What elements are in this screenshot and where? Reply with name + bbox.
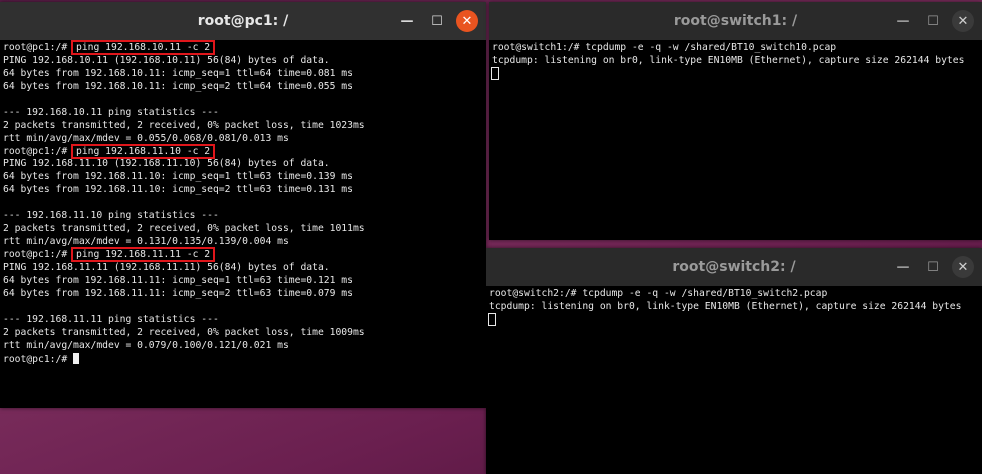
close-icon[interactable]: ✕: [456, 10, 478, 32]
terminal-line: root@pc1:/# ping 192.168.11.10 -c 2: [3, 143, 483, 159]
terminal-text: --- 192.168.11.11 ping statistics ---: [3, 313, 219, 325]
terminal-text: tcpdump: listening on br0, link-type EN1…: [489, 300, 962, 312]
terminal-line: 2 packets transmitted, 2 received, 0% pa…: [3, 223, 483, 236]
terminal-line: 64 bytes from 192.168.10.11: icmp_seq=2 …: [3, 81, 483, 94]
terminal-line: PING 192.168.11.11 (192.168.11.11) 56(84…: [3, 262, 483, 275]
terminal-line: --- 192.168.11.11 ping statistics ---: [3, 314, 483, 327]
terminal-line: root@pc1:/# ping 192.168.10.11 -c 2: [3, 40, 483, 55]
terminal-line: rtt min/avg/max/mdev = 0.131/0.135/0.139…: [3, 236, 483, 249]
maximize-icon[interactable]: ☐: [426, 10, 448, 32]
terminal-text: 64 bytes from 192.168.11.10: icmp_seq=2 …: [3, 184, 353, 196]
terminal-line: tcpdump: listening on br0, link-type EN1…: [489, 301, 979, 314]
maximize-icon[interactable]: ☐: [922, 10, 944, 32]
switch2-titlebar[interactable]: root@switch2: / — ☐ ✕: [486, 248, 982, 286]
terminal-line: [491, 66, 979, 81]
terminal-line: 64 bytes from 192.168.10.11: icmp_seq=1 …: [3, 68, 483, 81]
terminal-text: 2 packets transmitted, 2 received, 0% pa…: [3, 223, 365, 235]
highlighted-command: ping 192.168.11.11 -c 2: [70, 247, 216, 262]
terminal-text: tcpdump: listening on br0, link-type EN1…: [492, 54, 965, 66]
pc1-terminal-output[interactable]: root@pc1:/# ping 192.168.10.11 -c 2 PING …: [0, 40, 486, 367]
terminal-text: 64 bytes from 192.168.11.11: icmp_seq=1 …: [3, 274, 353, 286]
shell-prompt: root@pc1:/#: [3, 145, 73, 157]
terminal-text: --- 192.168.10.11 ping statistics ---: [3, 106, 219, 118]
terminal-text: PING 192.168.10.11 (192.168.10.11) 56(84…: [3, 54, 330, 66]
terminal-text: 64 bytes from 192.168.10.11: icmp_seq=1 …: [3, 67, 353, 79]
pc1-terminal-window[interactable]: root@pc1: / — ☐ ✕ root@pc1:/# ping 192.1…: [0, 2, 486, 408]
terminal-line: [488, 312, 979, 327]
terminal-line: root@switch2:/# tcpdump -e -q -w /shared…: [489, 288, 979, 301]
terminal-text: 2 packets transmitted, 2 received, 0% pa…: [3, 326, 365, 338]
terminal-line: PING 192.168.11.10 (192.168.11.10) 56(84…: [3, 158, 483, 171]
close-icon[interactable]: ✕: [952, 10, 974, 32]
switch1-terminal-window[interactable]: root@switch1: / — ☐ ✕ root@switch1:/# tc…: [489, 2, 982, 240]
maximize-icon[interactable]: ☐: [922, 256, 944, 278]
terminal-line: 64 bytes from 192.168.11.10: icmp_seq=1 …: [3, 171, 483, 184]
switch1-titlebar[interactable]: root@switch1: / — ☐ ✕: [489, 2, 982, 40]
terminal-text: rtt min/avg/max/mdev = 0.079/0.100/0.121…: [3, 339, 289, 351]
terminal-line: tcpdump: listening on br0, link-type EN1…: [492, 55, 979, 68]
terminal-line: 64 bytes from 192.168.11.11: icmp_seq=2 …: [3, 288, 483, 301]
terminal-text: 64 bytes from 192.168.10.11: icmp_seq=2 …: [3, 80, 353, 92]
minimize-icon[interactable]: —: [396, 10, 418, 32]
terminal-text: 64 bytes from 192.168.11.10: icmp_seq=1 …: [3, 171, 353, 183]
terminal-line: root@switch1:/# tcpdump -e -q -w /shared…: [492, 42, 979, 55]
terminal-text: root@switch2:/# tcpdump -e -q -w /shared…: [489, 288, 828, 299]
switch1-window-title: root@switch1: /: [673, 13, 798, 29]
terminal-line: 2 packets transmitted, 2 received, 0% pa…: [3, 327, 483, 340]
terminal-text: PING 192.168.11.11 (192.168.11.11) 56(84…: [3, 261, 330, 273]
shell-prompt: root@pc1:/#: [3, 249, 73, 260]
terminal-line: 64 bytes from 192.168.11.10: icmp_seq=2 …: [3, 184, 483, 197]
terminal-line: 64 bytes from 192.168.11.11: icmp_seq=1 …: [3, 275, 483, 288]
terminal-text: root@switch1:/# tcpdump -e -q -w /shared…: [492, 42, 837, 53]
switch2-terminal-output[interactable]: root@switch2:/# tcpdump -e -q -w /shared…: [486, 286, 982, 329]
close-icon[interactable]: ✕: [952, 256, 974, 278]
minimize-icon[interactable]: —: [892, 256, 914, 278]
terminal-line: root@pc1:/# ping 192.168.11.11 -c 2: [3, 247, 483, 262]
terminal-text: PING 192.168.11.10 (192.168.11.10) 56(84…: [3, 158, 330, 170]
switch2-terminal-window[interactable]: root@switch2: / — ☐ ✕ root@switch2:/# tc…: [486, 248, 982, 474]
terminal-text: root@pc1:/#: [3, 353, 73, 365]
terminal-text: --- 192.168.11.10 ping statistics ---: [3, 210, 219, 222]
terminal-line: rtt min/avg/max/mdev = 0.079/0.100/0.121…: [3, 340, 483, 353]
terminal-line: rtt min/avg/max/mdev = 0.055/0.068/0.081…: [3, 133, 483, 146]
terminal-line: PING 192.168.10.11 (192.168.10.11) 56(84…: [3, 55, 483, 68]
terminal-text: 64 bytes from 192.168.11.11: icmp_seq=2 …: [3, 287, 353, 299]
highlighted-command: ping 192.168.11.10 -c 2: [70, 143, 216, 159]
terminal-line: --- 192.168.11.10 ping statistics ---: [3, 210, 483, 223]
minimize-icon[interactable]: —: [892, 10, 914, 32]
terminal-line: root@pc1:/#: [3, 352, 483, 366]
pc1-window-title: root@pc1: /: [197, 13, 289, 29]
pc1-titlebar[interactable]: root@pc1: / — ☐ ✕: [0, 2, 486, 40]
text-cursor: [488, 312, 496, 326]
terminal-text: 2 packets transmitted, 2 received, 0% pa…: [3, 119, 365, 131]
terminal-line: --- 192.168.10.11 ping statistics ---: [3, 107, 483, 120]
shell-prompt: root@pc1:/#: [3, 42, 73, 53]
switch2-window-title: root@switch2: /: [672, 259, 796, 275]
terminal-line: 2 packets transmitted, 2 received, 0% pa…: [3, 120, 483, 133]
text-cursor: [73, 352, 79, 364]
terminal-text: rtt min/avg/max/mdev = 0.055/0.068/0.081…: [3, 132, 289, 144]
highlighted-command: ping 192.168.10.11 -c 2: [70, 40, 216, 55]
terminal-text: rtt min/avg/max/mdev = 0.131/0.135/0.139…: [3, 236, 289, 248]
text-cursor: [491, 66, 499, 80]
switch1-terminal-output[interactable]: root@switch1:/# tcpdump -e -q -w /shared…: [489, 40, 982, 83]
